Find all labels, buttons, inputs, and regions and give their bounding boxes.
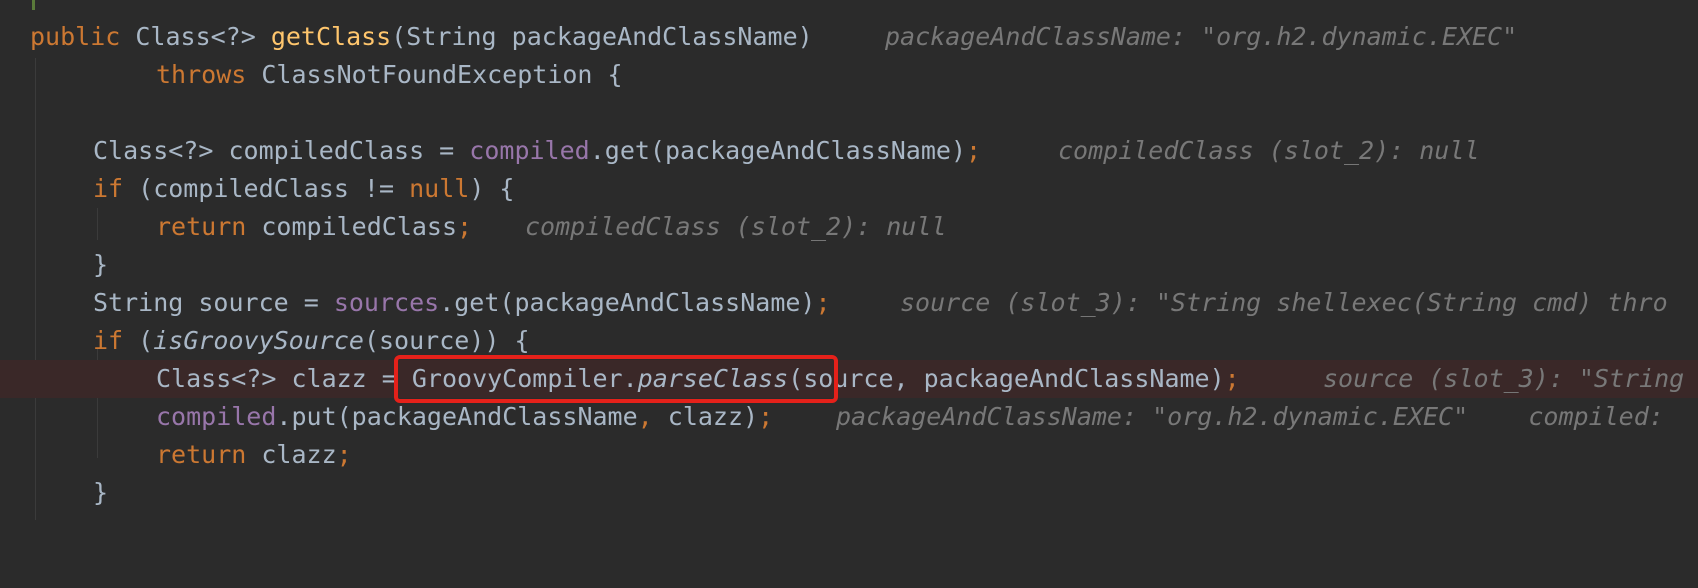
code-text: public Class<?> getClass(String packageA… xyxy=(30,22,813,51)
code-text: compiled.put(packageAndClassName, clazz)… xyxy=(156,402,774,431)
code-line[interactable]: if (compiledClass != null) { xyxy=(0,170,1698,208)
code-text: } xyxy=(93,478,109,507)
current-execution-line[interactable]: Class<?> clazz = GroovyCompiler.parseCla… xyxy=(0,360,1698,398)
code-line[interactable]: if (isGroovySource(source)) { xyxy=(0,322,1698,360)
inline-debug-value: source (slot_3): "String shellexec(Strin… xyxy=(900,288,1668,317)
code-line[interactable]: } xyxy=(0,474,1698,512)
code-line[interactable]: String source = sources.get(packageAndCl… xyxy=(0,284,1698,322)
code-text: } xyxy=(93,250,109,279)
inline-debug-value: compiledClass (slot_2): null xyxy=(1058,136,1480,165)
code-line[interactable]: return clazz; xyxy=(0,436,1698,474)
code-line[interactable]: Class<?> compiledClass = compiled.get(pa… xyxy=(0,132,1698,170)
code-text: return compiledClass; xyxy=(156,212,473,241)
inline-debug-value: source (slot_3): "String xyxy=(1323,364,1685,393)
code-text: return clazz; xyxy=(156,440,352,469)
code-line[interactable]: public Class<?> getClass(String packageA… xyxy=(0,18,1698,56)
code-text: throws ClassNotFoundException { xyxy=(156,60,623,89)
code-line[interactable]: compiled.put(packageAndClassName, clazz)… xyxy=(0,398,1698,436)
inline-debug-value: compiledClass (slot_2): null xyxy=(525,212,947,241)
code-line[interactable]: return compiledClass; compiledClass (slo… xyxy=(0,208,1698,246)
code-editor[interactable]: public Class<?> getClass(String packageA… xyxy=(0,0,1698,520)
code-text: Class<?> compiledClass = compiled.get(pa… xyxy=(93,136,982,165)
annotation-highlight-box xyxy=(394,355,838,403)
inline-debug-value: packageAndClassName: "org.h2.dynamic.EXE… xyxy=(885,22,1518,51)
code-line[interactable]: throws ClassNotFoundException { xyxy=(0,56,1698,94)
code-text: String source = sources.get(packageAndCl… xyxy=(93,288,831,317)
gutter-change-marker xyxy=(32,0,35,10)
inline-debug-value: packageAndClassName: "org.h2.dynamic.EXE… xyxy=(836,402,1664,431)
code-text: if (compiledClass != null) { xyxy=(93,174,515,203)
code-line[interactable]: } xyxy=(0,246,1698,284)
